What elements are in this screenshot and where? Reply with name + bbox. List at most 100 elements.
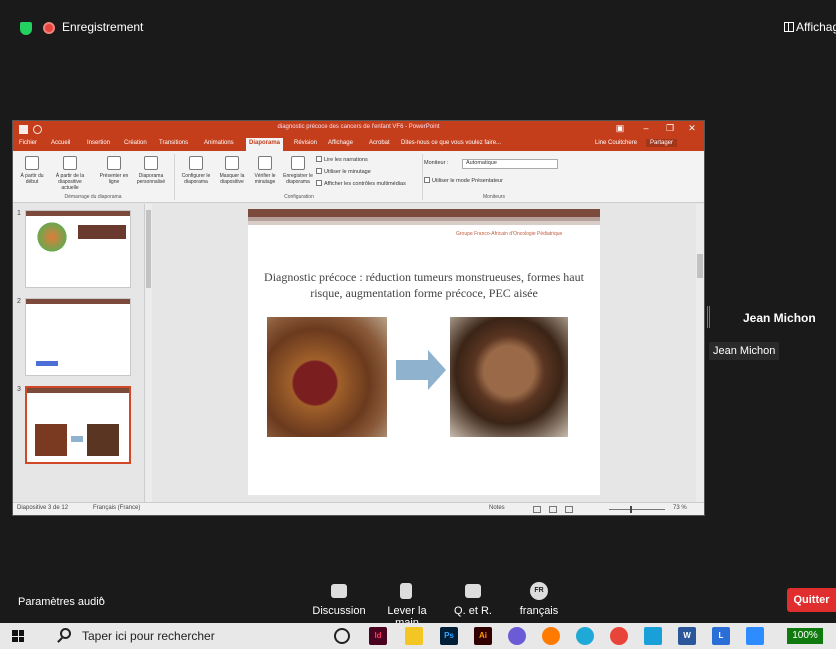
tell-me-search[interactable]: Dites-nous ce que vous voulez faire... <box>401 140 501 146</box>
record-show-button[interactable]: Enregistrer le diaporama <box>281 156 315 185</box>
group-label-monitors: Moniteurs <box>483 194 505 200</box>
checkbox-narrations-box[interactable] <box>316 156 322 162</box>
zoom-level[interactable]: 73 % <box>673 505 687 511</box>
ribbon-tabs: Fichier Accueil Insertion Création Trans… <box>13 138 704 151</box>
checkbox-presenter-view[interactable]: Utiliser le mode Présentateur <box>424 177 503 184</box>
app-icon[interactable] <box>508 627 526 645</box>
qa-icon[interactable] <box>465 584 481 598</box>
editor-scrollbar[interactable] <box>696 204 704 502</box>
discussion-button[interactable]: Discussion <box>310 605 368 617</box>
zoom-slider-handle[interactable] <box>630 506 632 513</box>
tab-acrobat[interactable]: Acrobat <box>369 140 390 146</box>
thumb-number: 2 <box>17 298 21 305</box>
participant-tag: Jean Michon <box>709 342 780 360</box>
setup-show-icon <box>189 156 203 170</box>
photoshop-icon[interactable]: Ps <box>440 627 458 645</box>
chevron-up-icon[interactable]: ^ <box>99 596 104 607</box>
ribbon-options-icon[interactable]: ▣ <box>611 123 629 134</box>
notes-button[interactable]: Notes <box>489 505 505 511</box>
chat-icon[interactable] <box>331 584 347 598</box>
thumbnails-scrollbar[interactable] <box>144 204 152 502</box>
start-current-button[interactable]: À partir de la diapositive actuelle <box>49 156 91 191</box>
hide-slide-button[interactable]: Masquer la diapositive <box>215 156 249 185</box>
slide-thumbnail-2[interactable] <box>25 298 131 376</box>
checkbox-timing[interactable]: Utiliser le minutage <box>316 168 371 175</box>
thumb-title-block <box>78 225 126 239</box>
language-status[interactable]: Français (France) <box>93 505 140 511</box>
checkbox-presenter-box[interactable] <box>424 177 430 183</box>
tab-diaporama[interactable]: Diaporama <box>246 138 284 151</box>
rehearse-timing-button[interactable]: Vérifier le minutage <box>249 156 281 185</box>
recording-label: Enregistrement <box>62 20 144 34</box>
language-button[interactable]: français <box>514 605 564 617</box>
chrome-icon[interactable] <box>610 627 628 645</box>
slide-thumbnail-3[interactable] <box>25 386 131 464</box>
security-shield-icon[interactable] <box>20 22 32 35</box>
checkbox-timing-box[interactable] <box>316 168 322 174</box>
slide-canvas[interactable]: Groupe Franco-Africain d'Oncologie Pédia… <box>248 209 600 495</box>
file-explorer-icon[interactable] <box>405 627 423 645</box>
share-button[interactable]: Partager <box>646 139 678 147</box>
tab-animations[interactable]: Animations <box>204 140 234 146</box>
edge-icon[interactable] <box>576 627 594 645</box>
tab-creation[interactable]: Création <box>124 140 147 146</box>
arrow-head <box>428 350 446 390</box>
lync-icon[interactable]: L <box>712 627 730 645</box>
start-beginning-button[interactable]: À partir du début <box>15 156 49 185</box>
scrollbar-thumb[interactable] <box>146 210 151 288</box>
status-bar: Diapositive 3 de 12 Français (France) No… <box>13 502 704 515</box>
arrow-shape[interactable] <box>396 360 430 380</box>
custom-show-button[interactable]: Diaporama personnalisé <box>131 156 171 185</box>
windows-taskbar: Taper ici pour rechercher Id Ps Ai W L 1… <box>0 623 836 649</box>
taskbar-search-input[interactable]: Taper ici pour rechercher <box>82 629 215 643</box>
tab-accueil[interactable]: Accueil <box>51 140 70 146</box>
store-icon[interactable] <box>644 627 662 645</box>
window-title: diagnostic précoce des cancers de l'enfa… <box>277 124 440 130</box>
quit-button[interactable]: Quitter <box>787 588 836 612</box>
slide-title[interactable]: Diagnostic précoce : réduction tumeurs m… <box>262 269 586 301</box>
panel-resize-handle[interactable] <box>707 306 710 328</box>
user-name[interactable]: Line Couitchere <box>595 140 637 146</box>
task-view-icon[interactable] <box>334 628 350 644</box>
view-button[interactable]: Affichage <box>796 20 836 34</box>
close-icon[interactable]: ✕ <box>683 123 701 134</box>
slide-thumbnail-1[interactable] <box>25 210 131 288</box>
checkbox-media-controls[interactable]: Afficher les contrôles multimédias <box>316 180 406 187</box>
view-grid-icon[interactable] <box>784 22 794 32</box>
minimize-icon[interactable]: – <box>637 123 655 133</box>
normal-view-icon[interactable] <box>533 506 541 513</box>
reading-view-icon[interactable] <box>565 506 573 513</box>
tab-insertion[interactable]: Insertion <box>87 140 110 146</box>
raise-hand-icon[interactable] <box>400 583 412 599</box>
tab-transitions[interactable]: Transitions <box>159 140 188 146</box>
checkbox-controls-box[interactable] <box>316 180 322 186</box>
language-badge[interactable]: FR <box>530 582 548 600</box>
setup-show-button[interactable]: Configurer le diaporama <box>177 156 215 185</box>
zoom-slider[interactable] <box>609 509 665 510</box>
windows-start-icon[interactable] <box>12 630 24 642</box>
zoom-icon[interactable] <box>746 627 764 645</box>
battery-indicator[interactable]: 100% <box>787 628 823 644</box>
restore-icon[interactable]: ❐ <box>661 123 679 134</box>
photo-before[interactable] <box>267 317 387 437</box>
search-icon[interactable] <box>60 628 71 639</box>
monitor-select[interactable]: Automatique <box>462 159 558 169</box>
audio-settings-button[interactable]: Paramètres audio <box>18 596 105 608</box>
qa-button[interactable]: Q. et R. <box>450 605 496 617</box>
tab-revision[interactable]: Révision <box>294 140 317 146</box>
scrollbar-thumb[interactable] <box>697 254 703 278</box>
indesign-icon[interactable]: Id <box>369 627 387 645</box>
tab-affichage[interactable]: Affichage <box>328 140 353 146</box>
sorter-view-icon[interactable] <box>549 506 557 513</box>
tab-fichier[interactable]: Fichier <box>19 140 37 146</box>
recording-icon <box>43 22 55 34</box>
powerpoint-window: diagnostic précoce des cancers de l'enfa… <box>12 120 705 516</box>
word-icon[interactable]: W <box>678 627 696 645</box>
checkbox-narrations[interactable]: Lire les narrations <box>316 156 368 163</box>
illustrator-icon[interactable]: Ai <box>474 627 492 645</box>
present-online-button[interactable]: Présenter en ligne <box>97 156 131 185</box>
photo-after[interactable] <box>450 317 568 437</box>
group-separator <box>174 154 175 200</box>
present-online-icon <box>107 156 121 170</box>
firefox-icon[interactable] <box>542 627 560 645</box>
